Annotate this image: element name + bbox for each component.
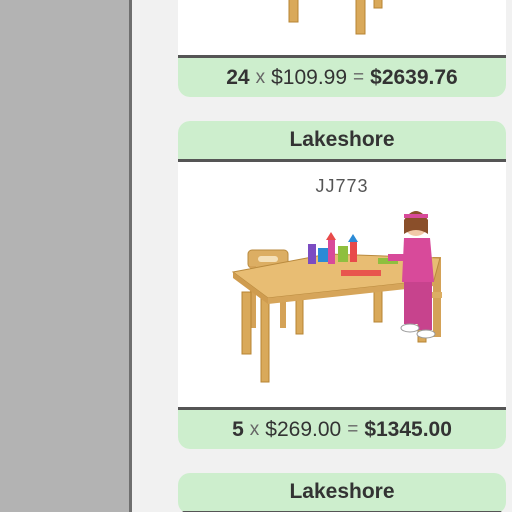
brand-name: Lakeshore	[289, 128, 395, 151]
unit-price: $109.99	[271, 65, 348, 89]
total-price: $2639.76	[370, 65, 458, 89]
quantity: 5	[232, 417, 244, 441]
product-image	[178, 0, 506, 55]
price-summary: 24 x $109.99 = $2639.76	[178, 55, 506, 97]
total-price: $1345.00	[364, 417, 452, 441]
times-sign: x	[249, 418, 260, 440]
price-summary: 5 x $269.00 = $1345.00	[178, 407, 506, 449]
product-image: JJ773	[178, 162, 506, 407]
brand-header: Lakeshore	[178, 473, 506, 512]
quantity: 24	[226, 65, 250, 89]
times-sign: x	[255, 66, 266, 88]
brand-header: Lakeshore	[178, 121, 506, 162]
left-pane	[0, 0, 131, 512]
equals-sign: =	[353, 66, 365, 88]
table-with-child-image	[231, 211, 442, 383]
product-card[interactable]: Lakeshore	[178, 473, 506, 512]
product-card[interactable]: 24 x $109.99 = $2639.76	[178, 0, 506, 97]
product-list[interactable]: 24 x $109.99 = $2639.76 Lakeshore JJ773	[132, 0, 512, 512]
table-legs-image	[288, 0, 383, 35]
product-card[interactable]: Lakeshore JJ773 5 x $269.00 = $1345.00	[178, 121, 506, 449]
equals-sign: =	[347, 418, 359, 440]
brand-name: Lakeshore	[289, 480, 395, 503]
unit-price: $269.00	[265, 417, 342, 441]
